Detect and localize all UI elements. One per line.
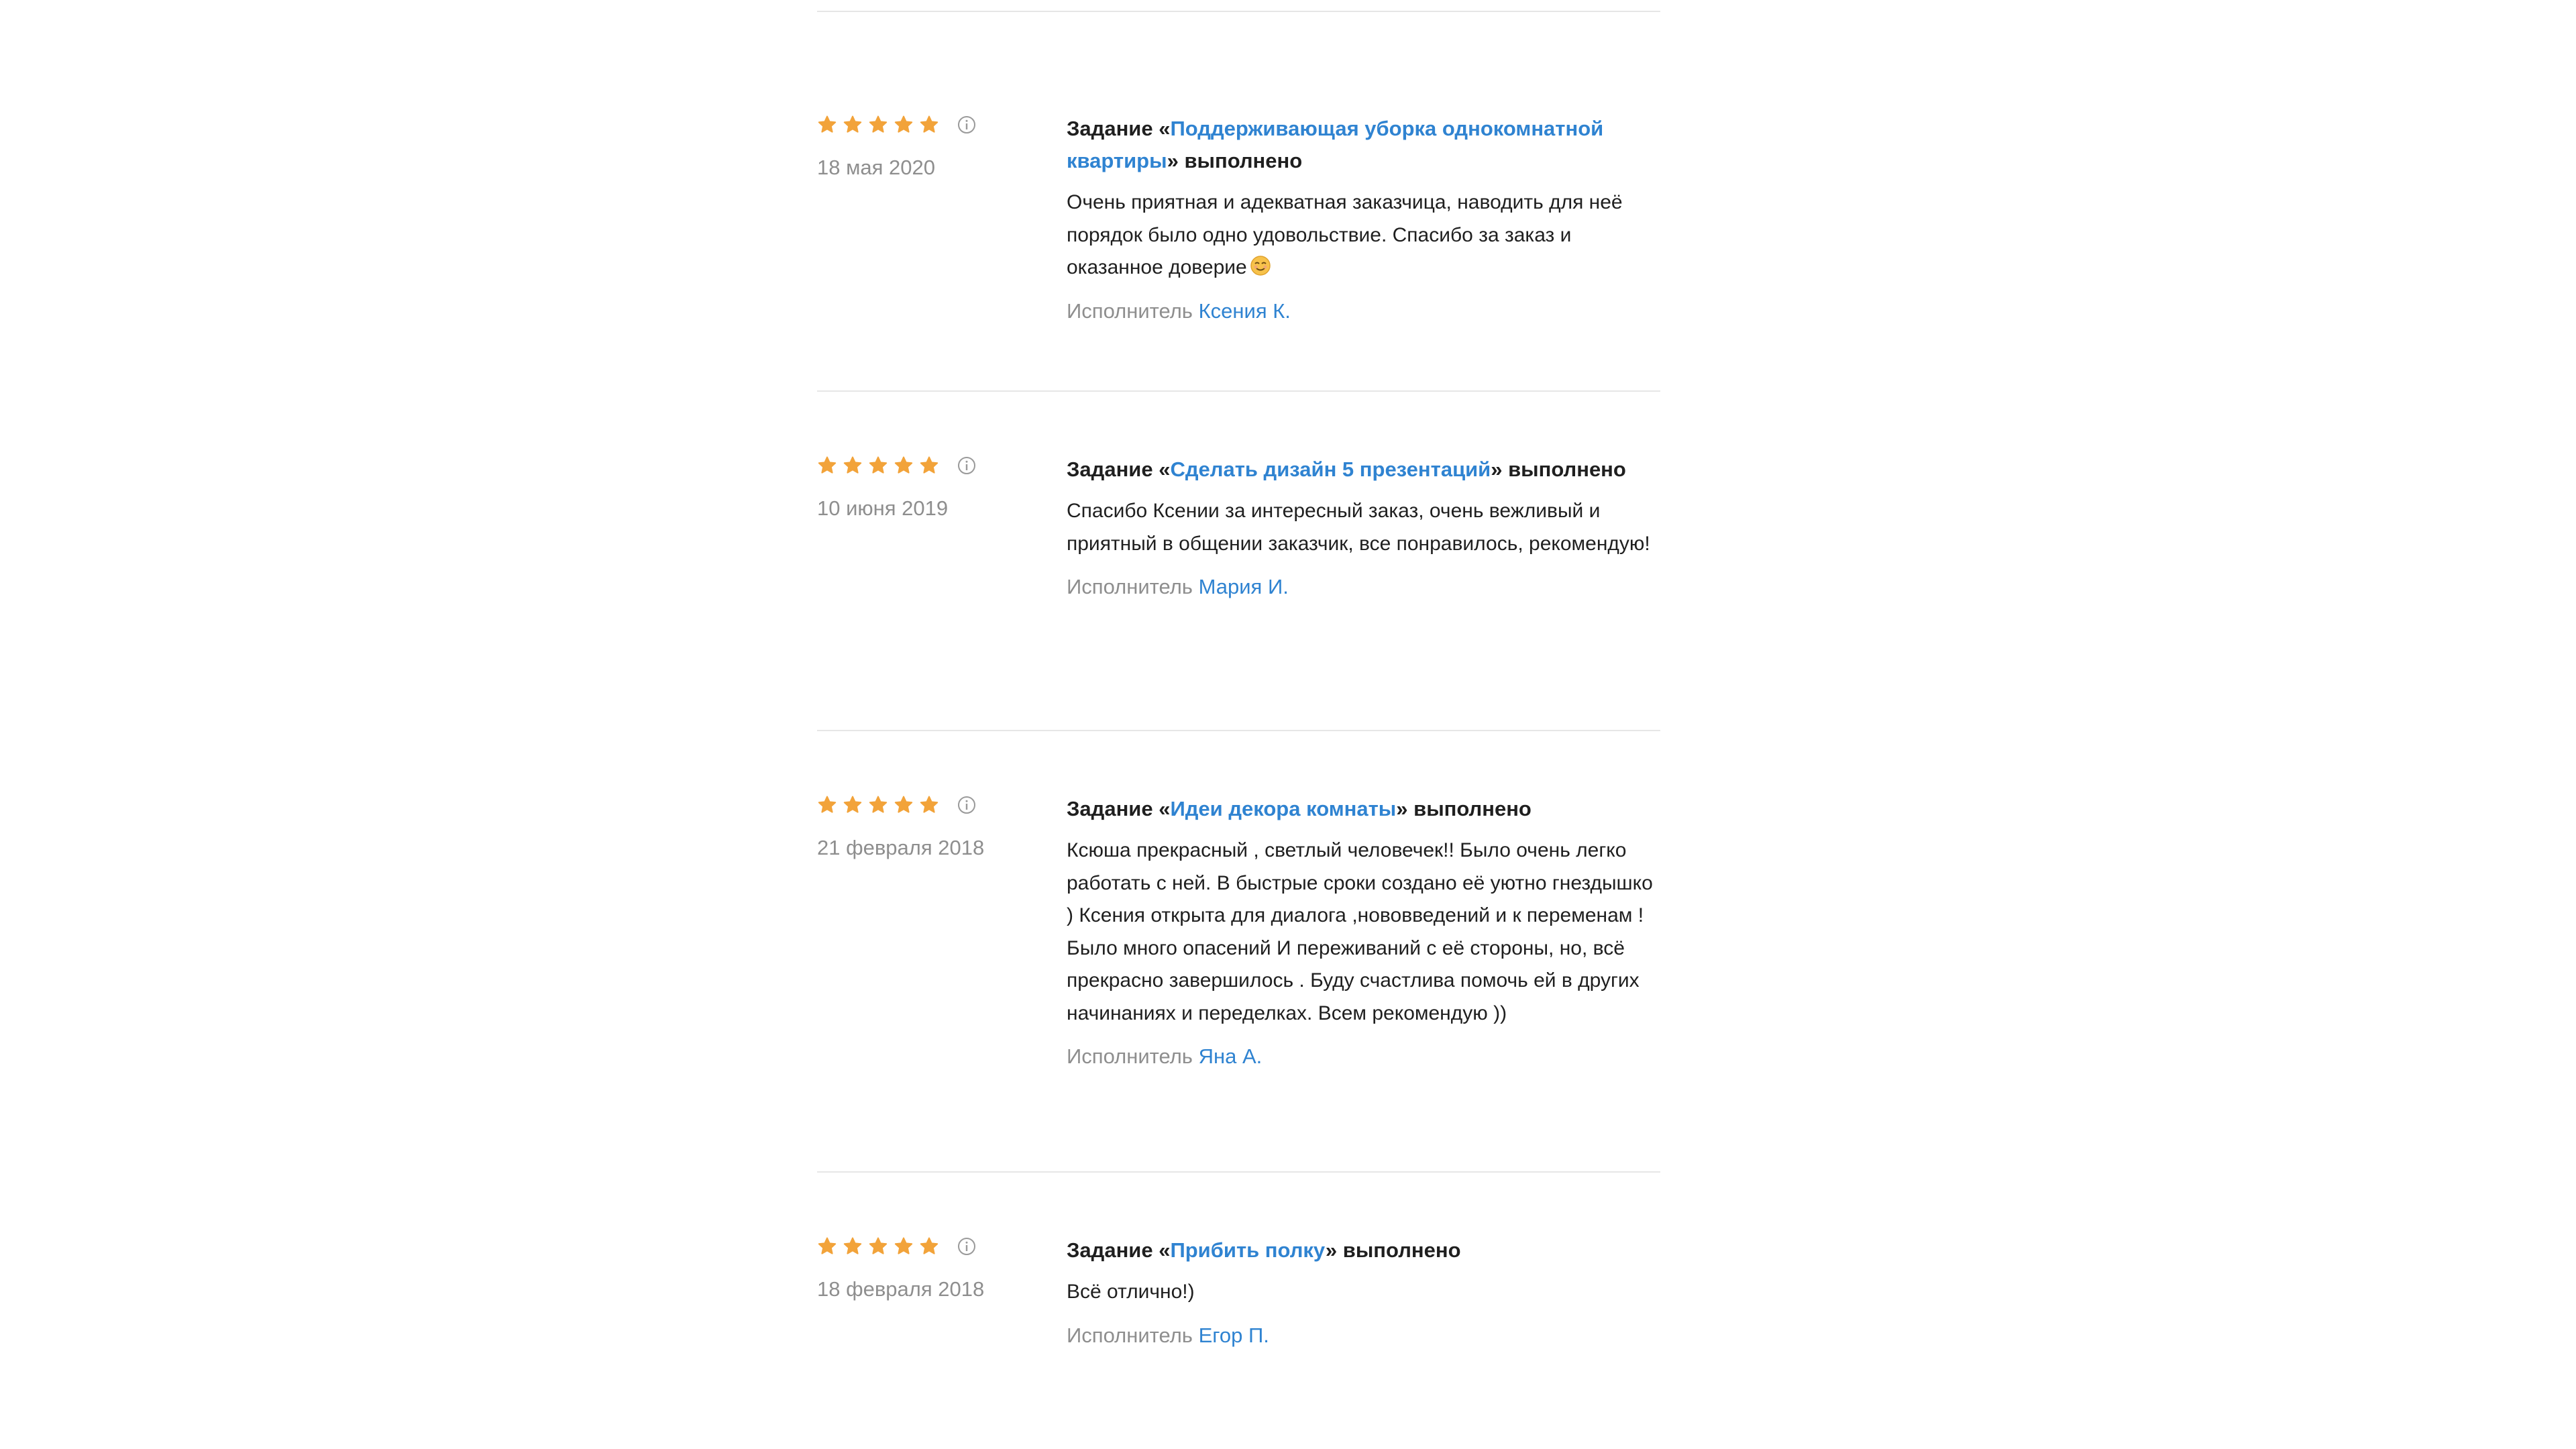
star-icon xyxy=(919,455,939,476)
star-icon xyxy=(919,795,939,815)
performer-line: Исполнитель Егор П. xyxy=(1067,1320,1660,1352)
star-icon xyxy=(868,1236,888,1256)
review-meta: 10 июня 2019 xyxy=(817,451,1067,523)
task-suffix: » выполнено xyxy=(1167,149,1303,172)
page: 18 мая 2020 Задание «Поддерживающая убор… xyxy=(0,0,2576,1449)
task-link[interactable]: Прибить полку xyxy=(1170,1238,1325,1262)
review-meta: 18 мая 2020 xyxy=(817,110,1067,182)
star-icon xyxy=(868,455,888,476)
divider xyxy=(817,730,1660,731)
review-meta: 18 февраля 2018 xyxy=(817,1232,1067,1304)
info-icon[interactable] xyxy=(957,455,977,476)
star-icon xyxy=(817,455,837,476)
divider xyxy=(817,11,1660,12)
star-icon xyxy=(919,115,939,135)
star-icon xyxy=(894,455,914,476)
review-body: Задание «Сделать дизайн 5 презентаций» в… xyxy=(1067,451,1660,603)
review-body: Задание «Прибить полку» выполнено Всё от… xyxy=(1067,1232,1660,1352)
star-icon xyxy=(843,115,863,135)
info-icon[interactable] xyxy=(957,795,977,815)
rating-stars xyxy=(817,795,939,815)
task-prefix: Задание « xyxy=(1067,117,1171,140)
review-item: 18 мая 2020 Задание «Поддерживающая убор… xyxy=(817,110,1660,390)
star-icon xyxy=(843,795,863,815)
rating-row xyxy=(817,110,1067,140)
review-item: 21 февраля 2018 Задание «Идеи декора ком… xyxy=(817,790,1660,1171)
rating-stars xyxy=(817,1236,939,1256)
reviews-list: 18 мая 2020 Задание «Поддерживающая убор… xyxy=(817,0,1660,1366)
performer-label: Исполнитель xyxy=(1067,1323,1199,1347)
rating-stars xyxy=(817,455,939,476)
star-icon xyxy=(843,1236,863,1256)
task-prefix: Задание « xyxy=(1067,458,1171,481)
performer-label: Исполнитель xyxy=(1067,575,1199,598)
rating-stars xyxy=(817,115,939,135)
review-text: Ксюша прекрасный , светлый человечек!! Б… xyxy=(1067,839,1653,1024)
star-icon xyxy=(894,115,914,135)
star-icon xyxy=(894,1236,914,1256)
task-link[interactable]: Сделать дизайн 5 презентаций xyxy=(1170,458,1491,481)
star-icon xyxy=(843,455,863,476)
review-text-content: Очень приятная и адекватная заказчица, н… xyxy=(1067,191,1623,278)
performer-label: Исполнитель xyxy=(1067,1044,1199,1068)
review-meta: 21 февраля 2018 xyxy=(817,790,1067,863)
star-icon xyxy=(868,115,888,135)
performer-link[interactable]: Мария И. xyxy=(1199,575,1289,598)
review-text: Спасибо Ксении за интересный заказ, очен… xyxy=(1067,500,1650,555)
review-date: 10 июня 2019 xyxy=(817,496,949,520)
task-title: Задание «Идеи декора комнаты» выполнено xyxy=(1067,793,1660,825)
rating-row xyxy=(817,1232,1067,1261)
performer-line: Исполнитель Мария И. xyxy=(1067,571,1660,603)
rating-row xyxy=(817,790,1067,820)
performer-link[interactable]: Ксения К. xyxy=(1199,299,1291,323)
review-body: Задание «Идеи декора комнаты» выполнено … xyxy=(1067,790,1660,1073)
performer-link[interactable]: Егор П. xyxy=(1199,1324,1269,1347)
performer-line: Исполнитель Ксения К. xyxy=(1067,295,1660,327)
task-suffix: » выполнено xyxy=(1491,458,1626,481)
star-icon xyxy=(817,1236,837,1256)
smiling-face-emoji-icon xyxy=(1250,254,1271,276)
review-item: 18 февраля 2018 Задание «Прибить полку» … xyxy=(817,1232,1660,1366)
task-title: Задание «Сделать дизайн 5 презентаций» в… xyxy=(1067,453,1660,486)
task-link[interactable]: Идеи декора комнаты xyxy=(1170,797,1396,820)
task-title: Задание «Поддерживающая уборка однокомна… xyxy=(1067,113,1660,177)
performer-line: Исполнитель Яна А. xyxy=(1067,1040,1660,1073)
task-title: Задание «Прибить полку» выполнено xyxy=(1067,1234,1660,1267)
task-prefix: Задание « xyxy=(1067,1238,1171,1262)
star-icon xyxy=(817,115,837,135)
performer-label: Исполнитель xyxy=(1067,299,1199,323)
info-icon[interactable] xyxy=(957,1236,977,1256)
star-icon xyxy=(919,1236,939,1256)
task-prefix: Задание « xyxy=(1067,797,1171,820)
review-date: 18 февраля 2018 xyxy=(817,1277,985,1301)
review-text: Очень приятная и адекватная заказчица, н… xyxy=(1067,186,1660,284)
star-icon xyxy=(868,795,888,815)
review-item: 10 июня 2019 Задание «Сделать дизайн 5 п… xyxy=(817,451,1660,730)
review-text: Всё отлично!) xyxy=(1067,1281,1195,1303)
star-icon xyxy=(894,795,914,815)
review-date: 18 мая 2020 xyxy=(817,156,936,179)
divider xyxy=(817,390,1660,392)
rating-row xyxy=(817,451,1067,480)
info-icon[interactable] xyxy=(957,115,977,135)
task-suffix: » выполнено xyxy=(1396,797,1532,820)
star-icon xyxy=(817,795,837,815)
performer-link[interactable]: Яна А. xyxy=(1199,1044,1263,1068)
divider xyxy=(817,1171,1660,1173)
review-body: Задание «Поддерживающая уборка однокомна… xyxy=(1067,110,1660,327)
task-suffix: » выполнено xyxy=(1325,1238,1461,1262)
review-date: 21 февраля 2018 xyxy=(817,836,985,859)
